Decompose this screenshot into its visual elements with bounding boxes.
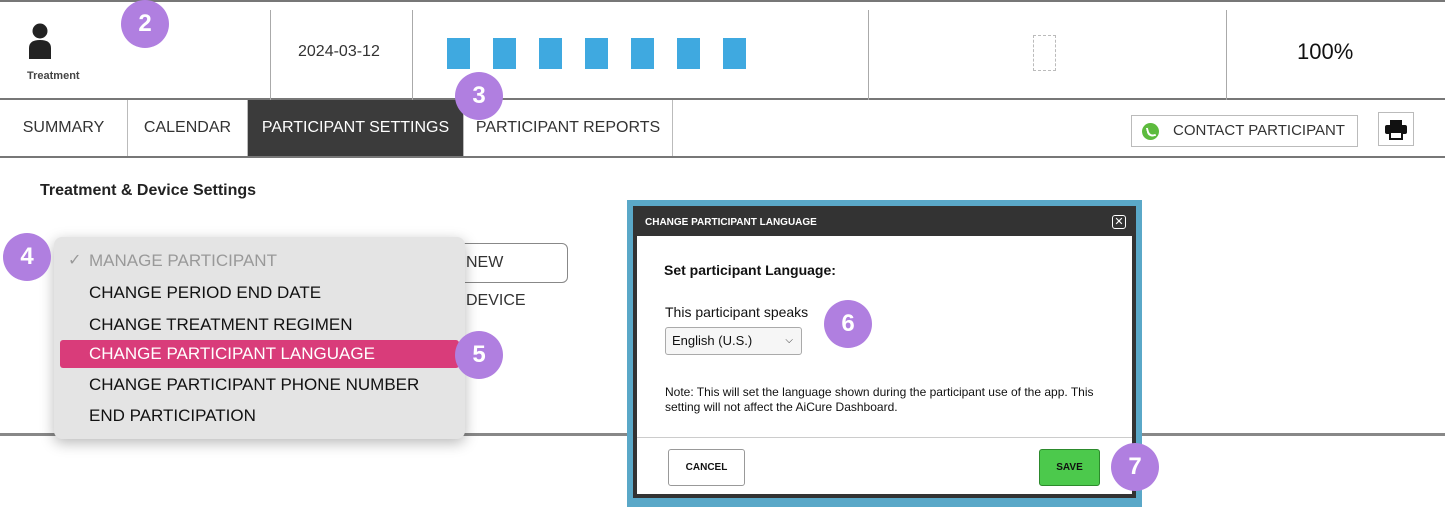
progress-square bbox=[631, 38, 654, 69]
save-button[interactable]: SAVE bbox=[1039, 449, 1100, 486]
cancel-button[interactable]: CANCEL bbox=[668, 449, 745, 486]
menu-item-change-treatment-regimen[interactable]: CHANGE TREATMENT REGIMEN bbox=[54, 311, 465, 339]
modal-subtitle: Set participant Language: bbox=[664, 262, 836, 278]
menu-item-label: MANAGE PARTICIPANT bbox=[89, 251, 277, 270]
progress-square bbox=[723, 38, 746, 69]
step-badge-5: 5 bbox=[455, 331, 503, 379]
modal-footer-divider bbox=[637, 437, 1132, 438]
header-date: 2024-03-12 bbox=[298, 43, 380, 60]
step-badge-3: 3 bbox=[455, 72, 503, 120]
step-badge-6: 6 bbox=[824, 300, 872, 348]
progress-square bbox=[585, 38, 608, 69]
modal-title: CHANGE PARTICIPANT LANGUAGE bbox=[645, 217, 817, 228]
checkmark-icon: ✓ bbox=[68, 252, 82, 269]
close-icon[interactable]: ✕ bbox=[1112, 215, 1126, 229]
person-icon bbox=[29, 23, 51, 59]
adherence-percent: 100% bbox=[1297, 39, 1354, 64]
manage-participant-menu: ✓ MANAGE PARTICIPANT CHANGE PERIOD END D… bbox=[54, 237, 465, 439]
progress-square bbox=[493, 38, 516, 69]
modal-note: Note: This will set the language shown d… bbox=[665, 385, 1094, 414]
language-select-value: English (U.S.) bbox=[672, 333, 753, 348]
tab-participant-settings[interactable]: PARTICIPANT SETTINGS bbox=[248, 100, 464, 156]
language-select[interactable]: English (U.S.) ⌵ bbox=[665, 327, 802, 355]
modal-header: CHANGE PARTICIPANT LANGUAGE ✕ bbox=[637, 210, 1132, 236]
menu-item-manage-participant[interactable]: ✓ MANAGE PARTICIPANT bbox=[54, 247, 465, 275]
progress-square bbox=[677, 38, 700, 69]
menu-item-change-participant-phone-number[interactable]: CHANGE PARTICIPANT PHONE NUMBER bbox=[54, 371, 465, 399]
contact-participant-label: CONTACT PARTICIPANT bbox=[1173, 122, 1345, 139]
tab-calendar[interactable]: CALENDAR bbox=[128, 100, 248, 156]
empty-status-box bbox=[1033, 35, 1056, 71]
language-field-label: This participant speaks bbox=[665, 304, 809, 320]
menu-item-change-participant-language[interactable]: CHANGE PARTICIPANT LANGUAGE bbox=[60, 340, 459, 368]
phone-icon bbox=[1142, 123, 1159, 140]
print-button[interactable] bbox=[1378, 112, 1414, 146]
tab-summary[interactable]: SUMMARY bbox=[0, 100, 128, 156]
section-title: Treatment & Device Settings bbox=[40, 182, 257, 199]
menu-item-change-period-end-date[interactable]: CHANGE PERIOD END DATE bbox=[54, 279, 465, 307]
chevron-down-icon: ⌵ bbox=[785, 335, 793, 346]
contact-participant-button[interactable]: CONTACT PARTICIPANT bbox=[1131, 115, 1358, 147]
person-label: Treatment bbox=[27, 70, 80, 82]
progress-square bbox=[447, 38, 470, 69]
step-badge-7: 7 bbox=[1111, 443, 1159, 491]
step-badge-2: 2 bbox=[121, 0, 169, 48]
progress-square bbox=[539, 38, 562, 69]
printer-icon bbox=[1385, 120, 1407, 140]
step-badge-4: 4 bbox=[3, 233, 51, 281]
menu-item-end-participation[interactable]: END PARTICIPATION bbox=[54, 402, 465, 430]
